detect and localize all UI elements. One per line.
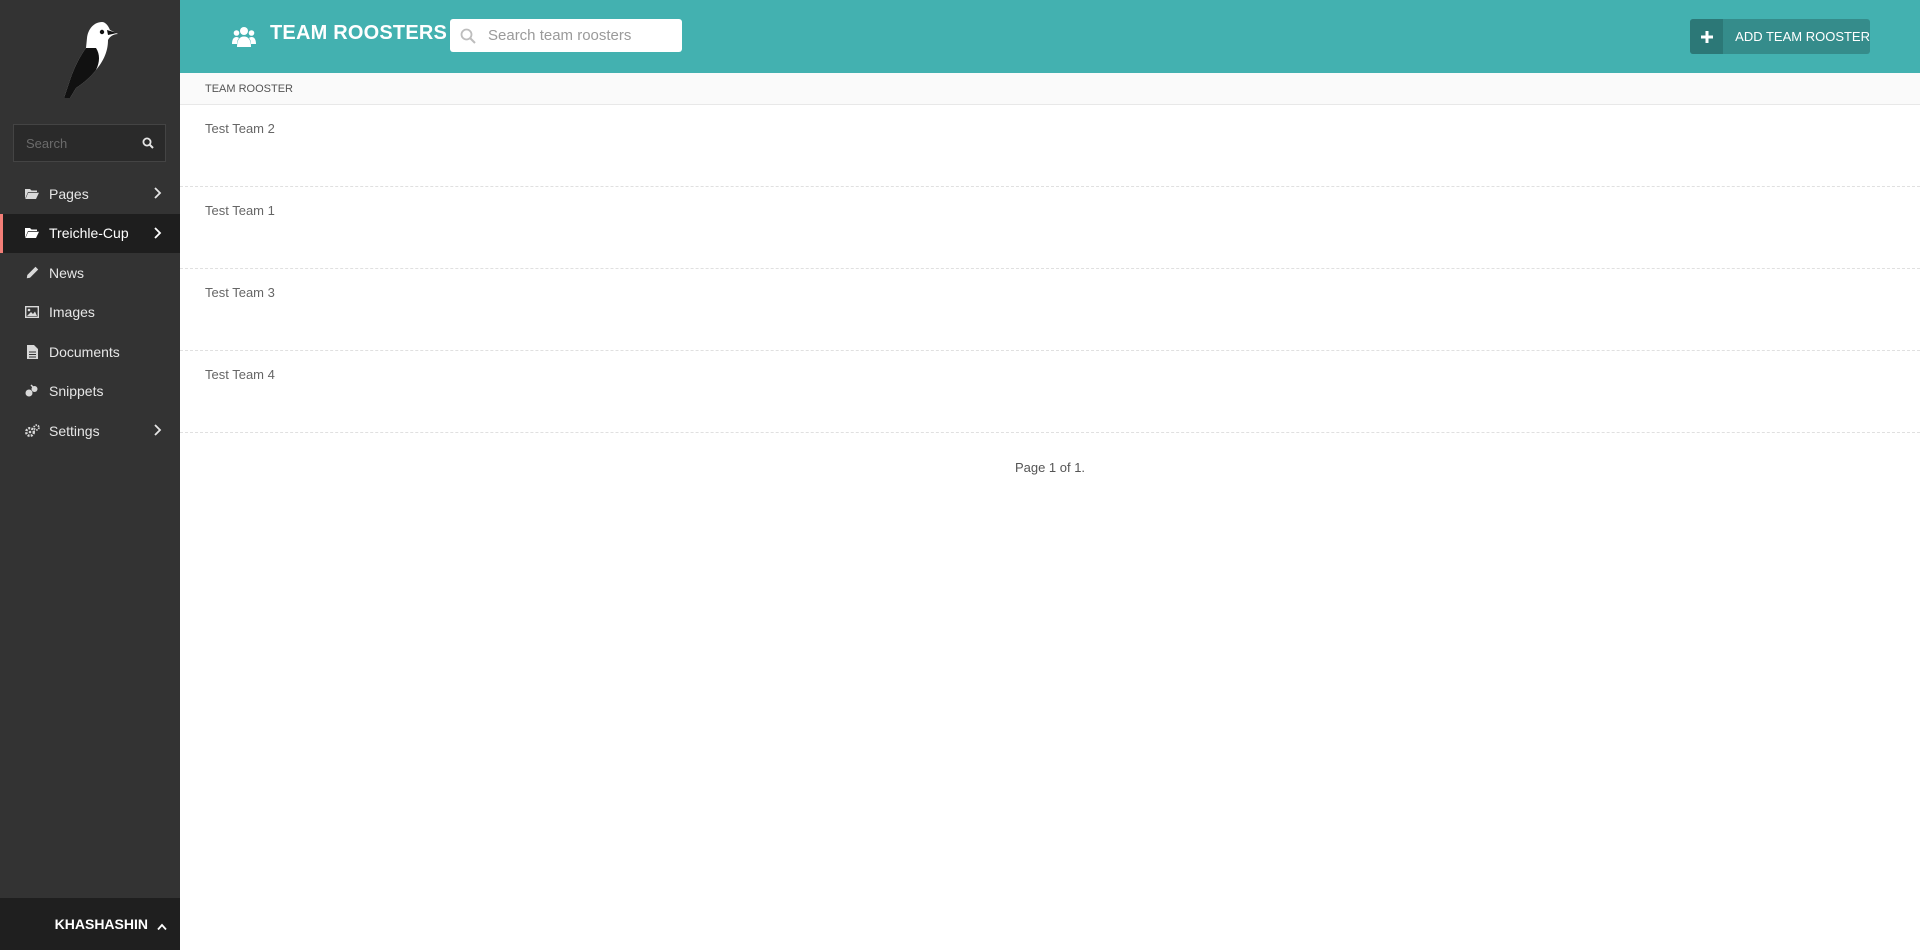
sidebar-item-label: Settings — [49, 422, 100, 439]
sidebar: Pages Treichle-Cup News Images — [0, 0, 180, 950]
document-icon — [24, 344, 40, 360]
account-username: KHASHASHIN — [54, 916, 148, 932]
search-input[interactable] — [486, 26, 682, 45]
page-header: TEAM ROOSTERS ADD TEAM ROOSTER — [180, 0, 1920, 73]
add-button-label: ADD TEAM ROOSTER — [1735, 29, 1870, 44]
sidebar-search — [13, 124, 166, 162]
table-row: Test Team 3 — [180, 269, 1920, 351]
team-rooster-link[interactable]: Test Team 2 — [205, 121, 275, 136]
header-search — [450, 19, 682, 52]
plus-icon — [1690, 19, 1724, 54]
table-row: Test Team 1 — [180, 187, 1920, 269]
table-row: Test Team 4 — [180, 351, 1920, 433]
sidebar-item-news[interactable]: News — [0, 253, 180, 293]
chevron-right-icon — [152, 226, 164, 240]
sidebar-item-pages[interactable]: Pages — [0, 174, 180, 214]
page-title: TEAM ROOSTERS — [270, 22, 448, 44]
team-rooster-link[interactable]: Test Team 1 — [205, 203, 275, 218]
sidebar-item-label: Snippets — [49, 383, 104, 400]
sidebar-item-label: Treichle-Cup — [49, 225, 129, 242]
cogs-icon — [24, 423, 40, 439]
sidebar-item-label: Pages — [49, 185, 89, 202]
chevron-right-icon — [152, 186, 164, 200]
group-icon — [232, 25, 256, 47]
sidebar-item-label: Documents — [49, 343, 120, 360]
snippet-icon — [24, 383, 40, 399]
pencil-icon — [24, 265, 40, 281]
column-header-team-rooster[interactable]: TEAM ROOSTER — [180, 73, 1920, 105]
sidebar-search-input[interactable] — [14, 125, 131, 161]
sidebar-item-images[interactable]: Images — [0, 293, 180, 333]
sidebar-item-treichle-cup[interactable]: Treichle-Cup — [0, 213, 180, 253]
add-team-rooster-button[interactable]: ADD TEAM ROOSTER — [1690, 19, 1870, 54]
chevron-right-icon — [152, 423, 164, 437]
sidebar-item-snippets[interactable]: Snippets — [0, 372, 180, 412]
account-menu[interactable]: KHASHASHIN — [0, 898, 180, 950]
sidebar-item-label: News — [49, 264, 85, 281]
search-icon — [450, 19, 486, 52]
search-icon[interactable] — [131, 125, 165, 161]
folder-open-icon — [24, 225, 40, 241]
sidebar-item-documents[interactable]: Documents — [0, 332, 180, 372]
team-rooster-link[interactable]: Test Team 3 — [205, 285, 275, 300]
image-icon — [24, 304, 40, 320]
sidebar-item-settings[interactable]: Settings — [0, 411, 180, 451]
chevron-up-icon — [156, 919, 168, 931]
listing-table: TEAM ROOSTER Test Team 2 Test Team 1 Tes… — [180, 73, 1920, 475]
team-rooster-link[interactable]: Test Team 4 — [205, 367, 275, 382]
wagtail-logo[interactable] — [50, 18, 130, 102]
folder-open-icon — [24, 186, 40, 202]
sidebar-menu: Pages Treichle-Cup News Images Documents… — [0, 174, 180, 451]
table-row: Test Team 2 — [180, 105, 1920, 187]
pagination-text: Page 1 of 1. — [1014, 460, 1086, 475]
sidebar-item-label: Images — [49, 304, 95, 321]
